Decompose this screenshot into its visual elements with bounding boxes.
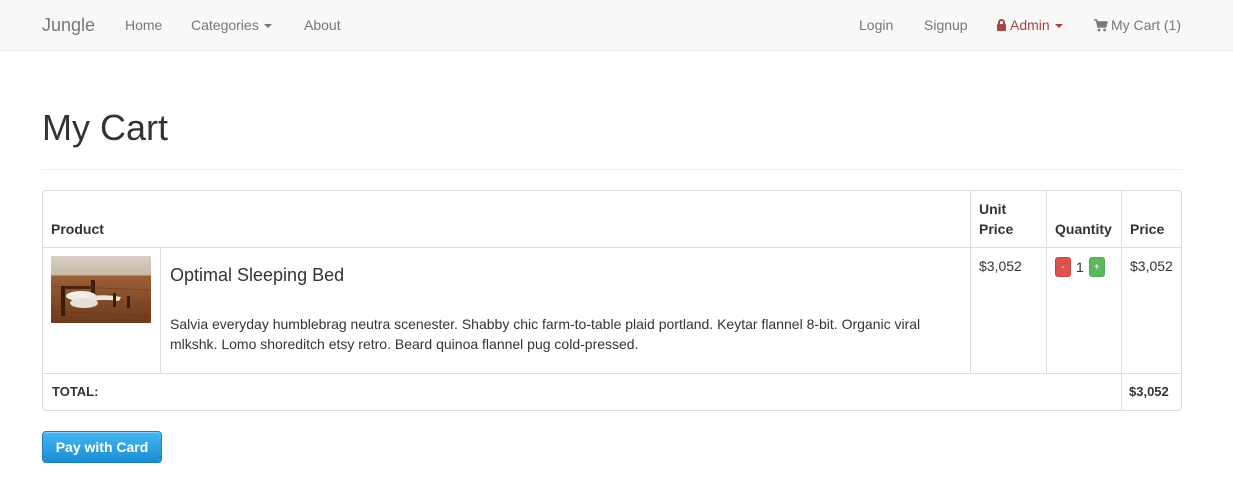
shopping-cart-icon [1094,19,1108,32]
lock-icon [997,19,1006,31]
header-product-label: Product [51,221,104,237]
nav-categories-label: Categories [191,17,259,33]
caret-down-icon [1054,24,1063,29]
product-image[interactable] [51,256,151,323]
increase-quantity-button[interactable]: + [1088,257,1105,277]
header-unit-price-label: Unit Price [979,201,1014,237]
product-name[interactable]: Optimal Sleeping Bed [170,265,962,285]
nav-categories-dropdown[interactable]: Categories [191,16,272,34]
pay-with-card-button[interactable]: Pay with Card [42,431,162,463]
product-details-cell: Optimal Sleeping Bed Salvia everyday hum… [160,248,970,373]
nav-login[interactable]: Login [859,16,893,34]
header-price: Price [1121,191,1181,247]
product-image-cell [43,248,160,373]
header-quantity: Quantity [1046,191,1121,247]
header-unit-price: Unit Price [970,191,1046,247]
title-divider [42,169,1182,170]
nav-about[interactable]: About [304,16,341,34]
total-divider [1121,374,1122,410]
brand-link[interactable]: Jungle [42,14,95,36]
header-product: Product [43,191,970,247]
quantity-stepper: - 1 + [1055,257,1113,277]
cart-table: Product Unit Price Quantity Price Optima… [42,190,1182,411]
table-row: Optimal Sleeping Bed Salvia everyday hum… [43,248,1181,374]
nav-my-cart-label: My Cart (1) [1111,17,1181,33]
header-quantity-label: Quantity [1055,221,1112,237]
nav-home[interactable]: Home [125,16,162,34]
unit-price-value: $3,052 [979,258,1022,274]
quantity-cell: - 1 + [1046,248,1121,373]
nav-my-cart[interactable]: My Cart (1) [1094,16,1181,34]
caret-down-icon [263,24,272,29]
navbar: Jungle Home Categories About Login Signu… [0,0,1233,51]
unit-price-cell: $3,052 [970,248,1046,373]
nav-admin-dropdown[interactable]: Admin [997,16,1063,34]
price-cell: $3,052 [1121,248,1181,373]
product-description: Salvia everyday humblebrag neutra scenes… [170,316,921,352]
table-header-row: Product Unit Price Quantity Price [43,191,1181,248]
quantity-value: 1 [1076,259,1084,275]
total-value: $3,052 [1129,384,1169,399]
decrease-quantity-button[interactable]: - [1055,257,1071,277]
nav-admin-label: Admin [1010,17,1050,33]
total-label: TOTAL: [52,384,99,399]
price-value: $3,052 [1130,258,1173,274]
total-row: TOTAL: $3,052 [43,374,1181,410]
page-title: My Cart [42,107,168,148]
header-price-label: Price [1130,221,1165,237]
nav-signup[interactable]: Signup [924,16,968,34]
